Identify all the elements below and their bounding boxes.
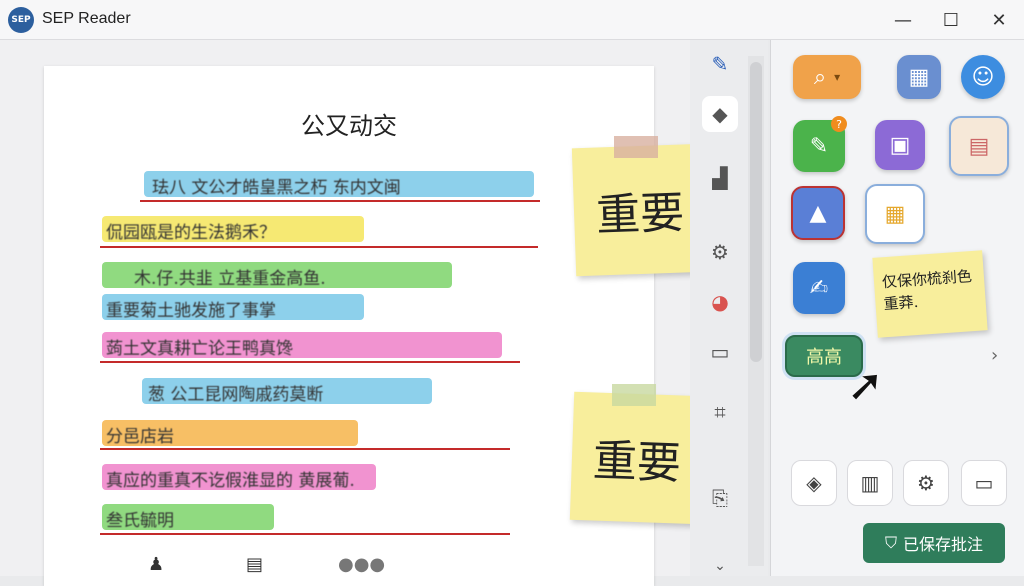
app-logo: SEP (8, 7, 34, 33)
text-line-5: 蒟土文真耕亡论王鸭真馋 (106, 339, 293, 359)
draw-icon[interactable]: ✍ (793, 262, 845, 314)
chevron-down-icon[interactable]: ⌄ (702, 548, 738, 584)
red-underline (100, 533, 510, 535)
image-icon[interactable]: ▲ (791, 186, 845, 240)
chat-icon[interactable]: ▭ (702, 334, 738, 370)
export-icon[interactable]: ⎘ (702, 480, 738, 516)
title-bar: SEP SEP Reader — ☐ ✕ (0, 0, 1024, 40)
tape-decoration (612, 384, 656, 406)
avatars-icon[interactable]: ●●● (338, 554, 385, 575)
text-line-7: 分邑店岩 (106, 427, 174, 447)
text-line-1: 珐八 文公才皓皇黑之朽 东内文闽 (152, 178, 401, 198)
palette-icon[interactable]: ◕ (702, 284, 738, 320)
bookmark-icon[interactable]: ▤ (246, 554, 263, 575)
pen-icon[interactable]: ✎ (702, 46, 738, 82)
saved-label: 已保存批注 (903, 535, 984, 554)
cursor-icon: ➚ (847, 360, 884, 411)
text-line-8: 真应的重真不讫假淮显的 黄展葡. (106, 471, 355, 491)
red-underline (100, 361, 520, 363)
layers-icon[interactable]: ◈ (791, 460, 837, 506)
text-line-9: 叁氏毓明 (106, 511, 174, 531)
document-icon[interactable]: ▤ (949, 116, 1009, 176)
saved-annotations-button[interactable]: ⛉ 已保存批注 (863, 523, 1005, 563)
text-line-3: 木.仔.共韭 立基重金高鱼. (134, 269, 326, 289)
close-button[interactable]: ✕ (976, 0, 1022, 40)
tool-panel: ⌕ ▾ ▦ ☺ ✎ ? ▣ ▤ ▲ ▦ ✍ 仅保你梳刹色重莽. 高高 ➚ › ◈… (770, 40, 1024, 576)
minimize-button[interactable]: — (880, 0, 926, 40)
maximize-button[interactable]: ☐ (928, 0, 974, 40)
shield-icon: ⛉ (884, 533, 897, 552)
user-icon[interactable]: ☺ (961, 55, 1005, 99)
card-icon[interactable]: ▭ (961, 460, 1007, 506)
tape-decoration (614, 136, 658, 158)
red-underline (100, 448, 510, 450)
red-underline (140, 200, 540, 202)
note-text: 仅保你梳刹色重莽. (881, 267, 973, 314)
box-icon[interactable]: ▣ (875, 120, 925, 170)
chart-icon[interactable]: ▟ (702, 160, 738, 196)
gear-icon[interactable]: ⚙ (903, 460, 949, 506)
sticky-note[interactable]: 重要 (571, 143, 709, 277)
calendar-icon[interactable]: ▦ (865, 184, 925, 244)
chevron-down-icon[interactable]: ▾ (834, 70, 840, 84)
sticky-note[interactable]: 重要 (569, 391, 705, 525)
crop-icon[interactable]: ⌗ (702, 394, 738, 430)
vertical-scrollbar[interactable] (748, 56, 764, 566)
document-page[interactable]: 公又动交 珐八 文公才皓皇黑之朽 东内文闽 侃园瓯是的生法鹅禾？ 木.仔.共韭 … (44, 66, 654, 586)
sticky-note[interactable]: 仅保你梳刹色重莽. (872, 250, 988, 338)
settings-icon[interactable]: ⚙ (702, 234, 738, 270)
text-line-2: 侃园瓯是的生法鹅禾？ (106, 223, 276, 243)
search-button[interactable]: ⌕ ▾ (793, 55, 861, 99)
app-title: SEP Reader (42, 10, 131, 27)
document-viewer[interactable]: 公又动交 珐八 文公才皓皇黑之朽 东内文闽 侃园瓯是的生法鹅禾？ 木.仔.共韭 … (0, 40, 709, 586)
text-line-4: 重要菊土驰发施了事掌 (106, 301, 276, 321)
scroll-thumb[interactable] (750, 62, 762, 362)
document-title: 公又动交 (301, 112, 397, 140)
red-underline (100, 246, 538, 248)
stats-icon[interactable]: ▦ (897, 55, 941, 99)
search-icon: ⌕ (813, 64, 827, 90)
task-icon[interactable]: ▥ (847, 460, 893, 506)
comment-icon[interactable]: ◆ (702, 96, 738, 132)
pin-icon[interactable]: ♟ (148, 554, 164, 575)
text-line-6: 葱 公工昆网陶戚药莫断 (148, 385, 324, 405)
chevron-right-icon[interactable]: › (991, 345, 998, 366)
notification-badge: ? (831, 116, 847, 132)
